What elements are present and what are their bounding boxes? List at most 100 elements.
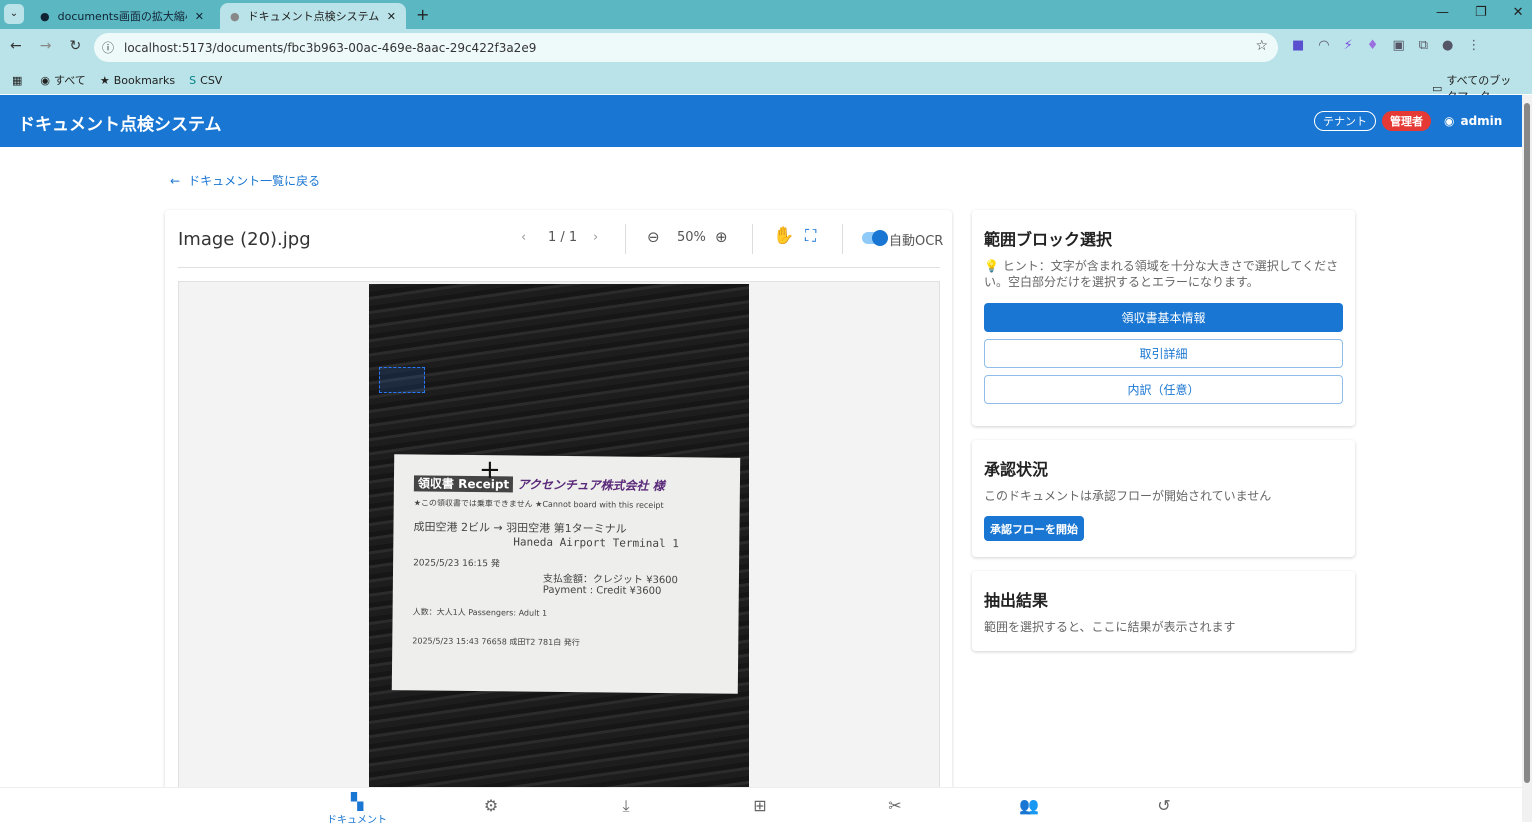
tenant-chip[interactable]: テナント — [1314, 111, 1376, 131]
back-link-label: ドキュメント一覧に戻る — [188, 174, 321, 188]
document-viewer: Image (20).jpg ‹ 1 / 1 › ⊖ 50% ⊕ ✋ ⛶ 自動O… — [165, 210, 952, 801]
people-icon[interactable]: 👥 — [999, 796, 1059, 815]
receipt-text: Haneda Airport Terminal 1 — [513, 535, 679, 551]
bookmark-label: CSV — [200, 73, 223, 87]
app-title: ドキュメント点検システム — [18, 115, 222, 135]
user-menu[interactable]: ◉ admin — [1436, 111, 1510, 131]
extension-icon[interactable]: ◠ — [1318, 38, 1329, 53]
pan-hand-icon[interactable]: ✋ — [773, 226, 794, 246]
auto-ocr-toggle[interactable] — [862, 230, 888, 246]
receipt-text: ★この領収書では乗車できません ★Cannot board with this … — [413, 498, 664, 511]
bottom-navigation: ▚ ドキュメント ⚙ ⤓ ⊞ ✂ 👥 ↺ — [0, 787, 1522, 826]
url-input[interactable]: ⓘ localhost:5173/documents/fbc3b963-00ac-… — [94, 33, 1278, 62]
auto-ocr-label: 自動OCR — [889, 234, 944, 249]
receipt-text: Payment : Credit ¥3600 — [542, 584, 662, 597]
start-approval-button[interactable]: 承認フローを開始 — [984, 516, 1084, 541]
close-icon[interactable]: ✕ — [387, 10, 396, 23]
download-icon[interactable]: ⤓ — [596, 796, 656, 816]
zoom-in-icon[interactable]: ⊕ — [715, 228, 728, 246]
receipt-basic-info-button[interactable]: 領収書基本情報 — [984, 303, 1343, 332]
url-text: localhost:5173/documents/fbc3b963-00ac-4… — [124, 40, 537, 55]
puzzle-icon[interactable]: ⧉ — [1419, 38, 1428, 53]
next-page-button[interactable]: › — [593, 230, 598, 245]
transaction-details-button[interactable]: 取引詳細 — [984, 339, 1343, 368]
receipt-text: 人数：大人1人 Passengers: Adult 1 — [412, 607, 548, 618]
scrollbar[interactable] — [1522, 95, 1532, 822]
extract-result-panel: 抽出結果 範囲を選択すると、ここに結果が表示されます — [972, 571, 1355, 651]
bolt-icon[interactable]: ⚡ — [1344, 38, 1353, 53]
prev-page-button[interactable]: ‹ — [521, 230, 526, 245]
menu-icon[interactable]: ⋮ — [1467, 38, 1480, 53]
nav-documents[interactable]: ▚ ドキュメント — [327, 792, 387, 826]
receipt-image: 領収書 Receipt アクセンチュア株式会社 様 ★この領収書では乗車できませ… — [369, 284, 749, 800]
lightbulb-icon: 💡 — [984, 259, 999, 273]
scrollbar-thumb[interactable] — [1524, 103, 1530, 783]
back-icon[interactable]: ← — [10, 38, 22, 54]
bookmark-label: Bookmarks — [113, 73, 176, 87]
forward-icon[interactable]: → — [40, 38, 52, 54]
sharepoint-icon: S — [189, 73, 197, 87]
browser-tab-github[interactable]: ● documents画面の拡大縮小 - Issu ✕ — [30, 3, 214, 29]
profile-avatar[interactable]: ● — [1442, 38, 1453, 53]
window-controls: — ❐ ✕ — [1436, 5, 1524, 20]
username: admin — [1460, 114, 1503, 128]
panel-title: 抽出結果 — [984, 591, 1049, 610]
history-icon[interactable]: ↺ — [1134, 796, 1194, 815]
zoom-level: 50% — [677, 230, 706, 245]
bookmark-label: すべて — [54, 74, 86, 87]
page-indicator: 1 / 1 — [548, 230, 578, 245]
extension-icon[interactable]: ■ — [1292, 38, 1304, 53]
browser-tab-active[interactable]: ● ドキュメント点検システム ✕ — [220, 3, 406, 29]
image-canvas[interactable]: 領収書 Receipt アクセンチュア株式会社 様 ★この領収書では乗車できませ… — [178, 281, 940, 801]
apps-icon[interactable]: ▦ — [12, 74, 22, 87]
globe-icon: ● — [230, 9, 240, 23]
extract-message: 範囲を選択すると、ここに結果が表示されます — [984, 620, 1236, 634]
flow-icon[interactable]: ⊞ — [730, 796, 790, 815]
panel-title: 範囲ブロック選択 — [984, 230, 1113, 249]
tab-title: documents画面の拡大縮小 - Issu — [57, 10, 187, 23]
bookmark-all[interactable]: ◉ すべて — [40, 72, 85, 88]
address-bar-row: ← → ↻ ⓘ localhost:5173/documents/fbc3b963-0… — [0, 29, 1532, 66]
tools-icon[interactable]: ✂ — [865, 796, 925, 815]
star-icon: ★ — [99, 73, 110, 87]
crosshair-cursor: + — [479, 455, 501, 485]
approval-panel: 承認状況 このドキュメントは承認フローが開始されていません 承認フローを開始 — [972, 440, 1355, 557]
bookmark-csv[interactable]: S CSV — [189, 74, 222, 87]
panel-title: 承認状況 — [984, 460, 1049, 479]
dashboard-icon: ▚ — [350, 792, 364, 811]
file-name: Image (20).jpg — [178, 229, 311, 250]
github-icon: ● — [40, 9, 50, 23]
globe-icon: ◉ — [40, 73, 51, 87]
receipt-paper: 領収書 Receipt アクセンチュア株式会社 様 ★この領収書では乗車できませ… — [391, 454, 741, 694]
star-icon[interactable]: ☆ — [1255, 38, 1268, 54]
folder-icon: ▭ — [1432, 81, 1443, 95]
account-icon: ◉ — [1444, 114, 1455, 128]
reload-icon[interactable]: ↻ — [69, 38, 81, 54]
minimize-button[interactable]: — — [1436, 5, 1449, 20]
gear-icon[interactable]: ⚙ — [461, 796, 521, 815]
extension-icon[interactable]: ♦ — [1367, 38, 1379, 53]
block-select-panel: 範囲ブロック選択 💡 ヒント：文字が含まれる領域を十分な大きさで選択してください… — [972, 210, 1355, 426]
bookmark-bookmarks[interactable]: ★ Bookmarks — [100, 74, 175, 87]
extensions: ■ ◠ ⚡ ♦ ▣ ⧉ ● ⋮ — [1292, 38, 1480, 53]
breakdown-optional-button[interactable]: 内訳（任意） — [984, 375, 1343, 404]
app-header: ドキュメント点検システム テナント 管理者 ◉ admin — [0, 95, 1522, 147]
back-to-list-link[interactable]: ← ドキュメント一覧に戻る — [170, 172, 320, 189]
hint-text: ヒント：文字が含まれる領域を十分な大きさで選択してください。空白部分だけを選択す… — [984, 259, 1339, 289]
tab-search-button[interactable]: ⌄ — [4, 4, 24, 24]
close-icon[interactable]: ✕ — [195, 10, 204, 23]
close-window-button[interactable]: ✕ — [1513, 5, 1524, 20]
receipt-text: 2025/5/23 15:43 76658 成田T2 781白 発行 — [412, 636, 580, 648]
tab-title: ドキュメント点検システム — [247, 10, 379, 23]
fullscreen-icon[interactable]: ⛶ — [805, 226, 816, 246]
extension-icon[interactable]: ▣ — [1392, 38, 1404, 53]
new-tab-button[interactable]: + — [416, 5, 429, 24]
zoom-out-icon[interactable]: ⊖ — [647, 228, 660, 246]
selection-rectangle[interactable] — [379, 367, 425, 393]
site-info-icon[interactable]: ⓘ — [102, 39, 114, 56]
role-badge: 管理者 — [1382, 111, 1431, 131]
bookmarks-bar: ▦ ◉すべて ★Bookmarks SCSV ▭すべてのブックマーク — [0, 66, 1532, 103]
restore-button[interactable]: ❐ — [1475, 5, 1487, 20]
receipt-text: アクセンチュア株式会社 様 — [517, 477, 665, 494]
receipt-text: 成田空港 2ビル → 羽田空港 第1ターミナル — [413, 520, 627, 536]
